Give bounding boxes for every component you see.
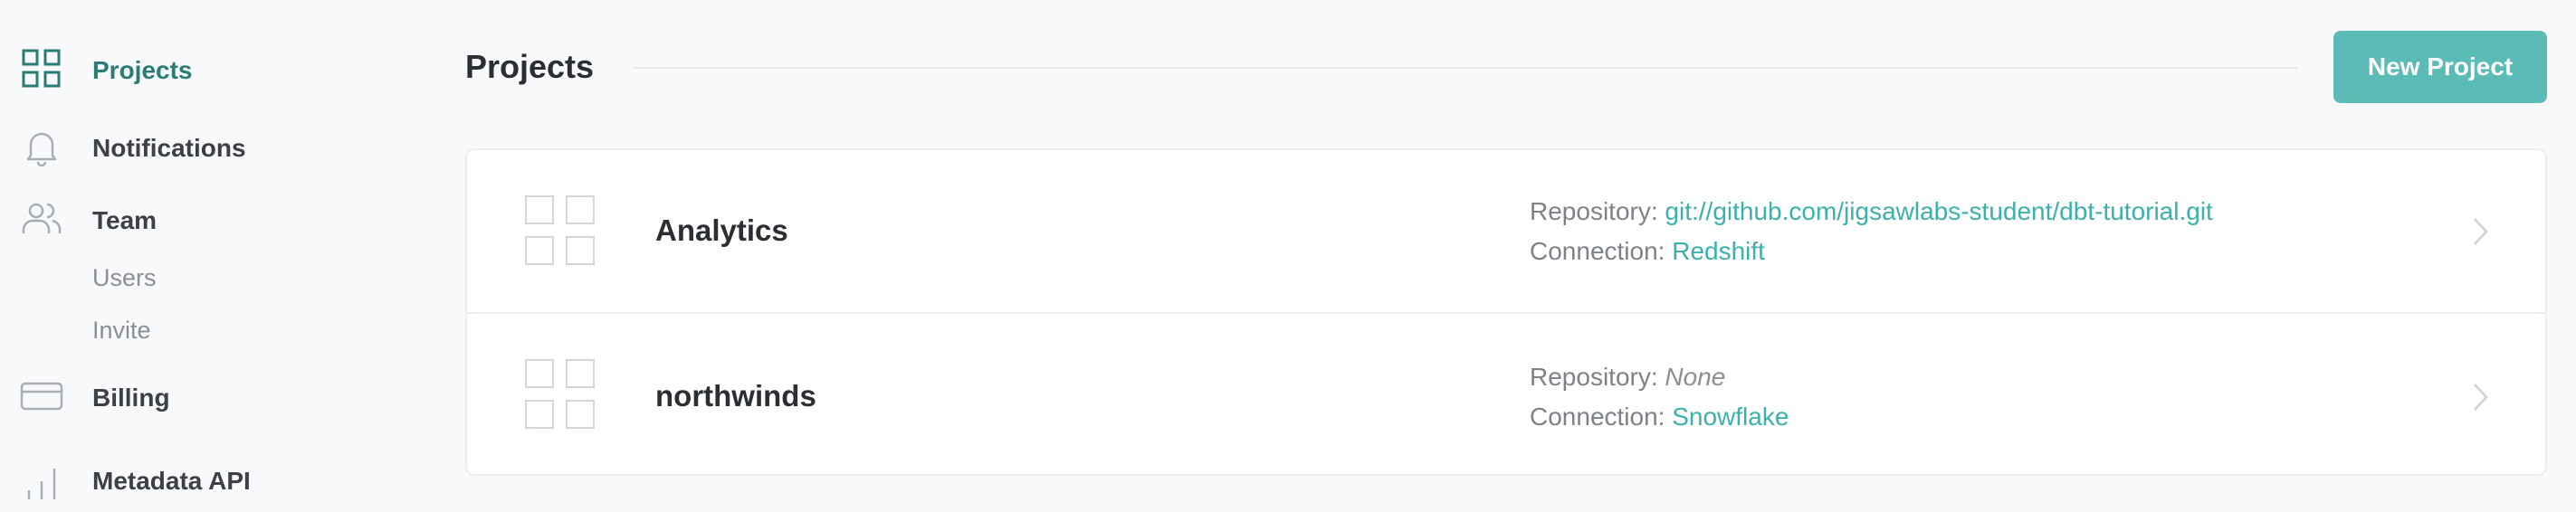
project-list: Analytics Repository: git://github.com/j… — [465, 148, 2547, 476]
connection-label: Connection: — [1530, 237, 1665, 265]
repository-label: Repository: — [1530, 197, 1658, 225]
chevron-right-icon[interactable] — [2469, 215, 2491, 248]
users-icon — [22, 203, 62, 233]
connection-link[interactable]: Snowflake — [1672, 403, 1789, 431]
page-title: Projects — [465, 48, 595, 85]
sidebar-item-label: Notifications — [92, 134, 246, 162]
new-project-button[interactable]: New Project — [2333, 31, 2547, 103]
bell-icon — [26, 132, 57, 167]
connection-link[interactable]: Redshift — [1672, 237, 1765, 265]
sidebar-item-label: Team — [92, 206, 157, 234]
repository-line: Repository: git://github.com/jigsawlabs-… — [1530, 192, 2213, 232]
header-divider — [634, 67, 2297, 69]
repository-value: None — [1665, 363, 1726, 391]
chevron-right-icon[interactable] — [2469, 381, 2491, 413]
sidebar-item-label: Billing — [92, 384, 170, 412]
project-meta: Repository: None Connection: Snowflake — [1530, 357, 1789, 437]
grid-icon — [22, 49, 61, 88]
project-name: Analytics — [655, 213, 788, 247]
connection-label: Connection: — [1530, 403, 1665, 431]
credit-card-icon — [20, 382, 63, 411]
project-meta: Repository: git://github.com/jigsawlabs-… — [1530, 192, 2213, 271]
project-row-analytics[interactable]: Analytics Repository: git://github.com/j… — [467, 150, 2545, 312]
project-name: northwinds — [655, 379, 816, 412]
sidebar-item-label: Projects — [92, 56, 193, 84]
sidebar: Projects Notifications Team Users Invite… — [0, 0, 425, 512]
connection-line: Connection: Redshift — [1530, 232, 2213, 271]
connection-line: Connection: Snowflake — [1530, 397, 1789, 437]
project-row-northwinds[interactable]: northwinds Repository: None Connection: … — [467, 312, 2545, 476]
project-grid-icon — [525, 359, 595, 429]
bar-chart-icon — [27, 469, 56, 499]
repository-line: Repository: None — [1530, 357, 1789, 397]
sidebar-subitem-users[interactable]: Users — [92, 264, 157, 292]
sidebar-subitem-invite[interactable]: Invite — [92, 317, 151, 345]
repository-link[interactable]: git://github.com/jigsawlabs-student/dbt-… — [1665, 197, 2212, 225]
project-grid-icon — [525, 195, 595, 265]
sidebar-item-label: Metadata API — [92, 467, 251, 495]
repository-label: Repository: — [1530, 363, 1658, 391]
